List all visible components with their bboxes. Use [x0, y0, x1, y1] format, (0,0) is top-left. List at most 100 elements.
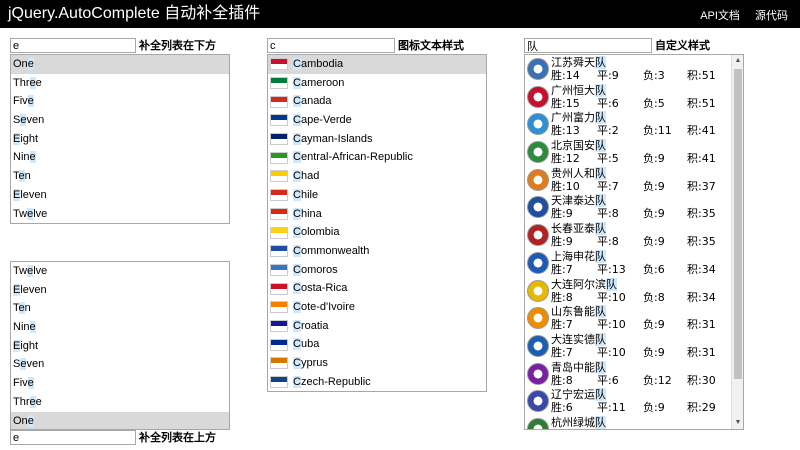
team-item[interactable]: 贵州人和队 胜:10 平:7 负:9 积:37 [525, 166, 743, 194]
team-item[interactable]: 大连实德队 胜:7 平:10 负:9 积:31 [525, 332, 743, 360]
autocomplete-input-below[interactable] [10, 38, 136, 53]
suggestion-item[interactable]: Eight [11, 130, 229, 149]
autocomplete-input-above[interactable] [10, 430, 136, 445]
suggestion-item[interactable]: Seven [11, 355, 229, 374]
suggestion-item[interactable]: Eleven [11, 186, 229, 205]
stat-value: 负:9 [643, 401, 665, 415]
team-logo-icon [527, 224, 549, 247]
team-item[interactable]: 辽宁宏运队 胜:6 平:11 负:9 积:29 [525, 387, 743, 415]
suggestion-item[interactable]: Seven [11, 111, 229, 130]
country-item[interactable]: Chad [268, 167, 486, 186]
stat-value: 负:11 [643, 429, 672, 430]
scroll-up-arrow-icon[interactable]: ▲ [733, 56, 743, 66]
team-name: 贵州人和队 [551, 166, 606, 180]
team-item[interactable]: 天津泰达队 胜:9 平:8 负:9 积:35 [525, 193, 743, 221]
team-logo-icon [527, 168, 549, 191]
autocomplete-input-custom[interactable] [524, 38, 652, 53]
stat-value: 平:8 [597, 429, 619, 430]
team-item[interactable]: 杭州绿城队胜:7 平:8 负:11 积:29 [525, 415, 743, 430]
scrollbar[interactable]: ▲ ▼ [731, 55, 743, 429]
team-logo-icon [527, 85, 549, 108]
team-item[interactable]: 广州富力队 胜:13 平:2 负:11 积:41 [525, 110, 743, 138]
country-item[interactable]: China [268, 205, 486, 224]
stat-value: 胜:12 [551, 152, 580, 166]
suggestion-item[interactable]: Eleven [11, 281, 229, 300]
country-item[interactable]: Cambodia [268, 55, 486, 74]
suggestion-item[interactable]: One [11, 411, 229, 429]
flag-icon [270, 114, 288, 127]
stat-value: 平:10 [597, 290, 626, 304]
team-logo-icon [527, 251, 549, 274]
scroll-down-arrow-icon[interactable]: ▼ [733, 418, 743, 428]
stat-value: 平:8 [597, 235, 619, 249]
suggestion-item[interactable]: Five [11, 92, 229, 111]
team-item[interactable]: 广州恒大队 胜:15 平:6 负:5 积:51 [525, 83, 743, 111]
stat-value: 平:13 [597, 262, 626, 276]
country-item[interactable]: Croatia [268, 317, 486, 336]
flag-icon [270, 77, 288, 90]
flag-icon [270, 376, 288, 389]
suggestion-item[interactable]: Nine [11, 148, 229, 167]
country-item[interactable]: Cayman-Islands [268, 130, 486, 149]
country-item[interactable]: Cape-Verde [268, 111, 486, 130]
country-item[interactable]: Canada [268, 92, 486, 111]
country-item[interactable]: Cameroon [268, 74, 486, 93]
country-item[interactable]: Central-African-Republic [268, 148, 486, 167]
team-item[interactable]: 大连阿尔滨队 胜:8 平:10 负:8 积:34 [525, 277, 743, 305]
item-label: Cambodia [293, 58, 344, 70]
flag-icon [270, 226, 288, 239]
label-list-below: 补全列表在下方 [139, 39, 216, 52]
suggestion-item[interactable]: Twelve [11, 205, 229, 224]
stat-value: 胜:10 [551, 179, 580, 193]
stat-value: 胜:9 [551, 235, 573, 249]
country-item[interactable]: Czech-Republic [268, 373, 486, 391]
country-item[interactable]: Costa-Rica [268, 279, 486, 298]
suggestion-item[interactable]: One [11, 55, 229, 74]
suggestion-item[interactable]: Eight [11, 337, 229, 356]
suggestion-item[interactable]: Nine [11, 318, 229, 337]
country-item[interactable]: Comoros [268, 261, 486, 280]
item-label: Cayman-Islands [293, 132, 373, 145]
item-label: Comoros [293, 263, 338, 276]
flag-icon [270, 282, 288, 295]
item-label: Cape-Verde [293, 114, 352, 127]
suggestion-item[interactable]: Five [11, 374, 229, 393]
suggestion-item[interactable]: Ten [11, 299, 229, 318]
country-item[interactable]: Colombia [268, 223, 486, 242]
stat-value: 负:6 [643, 262, 665, 276]
suggestion-item[interactable]: Three [11, 74, 229, 93]
suggestion-item[interactable]: Three [11, 393, 229, 412]
team-item[interactable]: 长春亚泰队 胜:9 平:8 负:9 积:35 [525, 221, 743, 249]
stat-value: 积:29 [687, 429, 716, 430]
source-code-link[interactable]: 源代码 [755, 10, 788, 22]
country-item[interactable]: Cuba [268, 335, 486, 354]
item-label: 青岛中能队 [551, 360, 606, 374]
team-name: 杭州绿城队 [551, 415, 606, 429]
team-item[interactable]: 青岛中能队 胜:8 平:6 负:12 积:30 [525, 360, 743, 388]
suggestion-item[interactable]: Twelve [11, 262, 229, 281]
team-item[interactable]: 江苏舜天队 胜:14 平:9 负:3 积:51 [525, 55, 743, 83]
team-logo-icon [527, 334, 549, 357]
team-item[interactable]: 上海申花队 胜:7 平:13 负:6 积:34 [525, 249, 743, 277]
team-suggestion-list: 江苏舜天队 胜:14 平:9 负:3 积:51 广州恒大队 胜:15 平:6 负:5 积:51 广州… [524, 54, 744, 430]
stat-value: 负:9 [643, 345, 665, 359]
country-item[interactable]: Chile [268, 186, 486, 205]
scroll-thumb[interactable] [734, 69, 742, 379]
country-item[interactable]: Cote-d'Ivoire [268, 298, 486, 317]
item-label: Eight [13, 339, 39, 352]
page-title: jQuery.AutoComplete 自动补全插件 [8, 5, 261, 22]
country-item[interactable]: Cyprus [268, 354, 486, 373]
item-label: Twelve [13, 207, 48, 220]
team-logo-icon [527, 113, 549, 136]
team-item[interactable]: 山东鲁能队 胜:7 平:10 负:9 积:31 [525, 304, 743, 332]
autocomplete-input-icon[interactable] [267, 38, 395, 53]
stat-value: 平:6 [597, 96, 619, 110]
country-item[interactable]: Commonwealth [268, 242, 486, 261]
suggestion-item[interactable]: Ten [11, 167, 229, 186]
stat-value: 平:10 [597, 345, 626, 359]
stat-value: 积:51 [687, 69, 716, 82]
stat-value: 平:6 [597, 373, 619, 387]
item-label: Nine [13, 321, 36, 334]
team-item[interactable]: 北京国安队 胜:12 平:5 负:9 积:41 [525, 138, 743, 166]
api-docs-link[interactable]: API文档 [700, 10, 740, 22]
